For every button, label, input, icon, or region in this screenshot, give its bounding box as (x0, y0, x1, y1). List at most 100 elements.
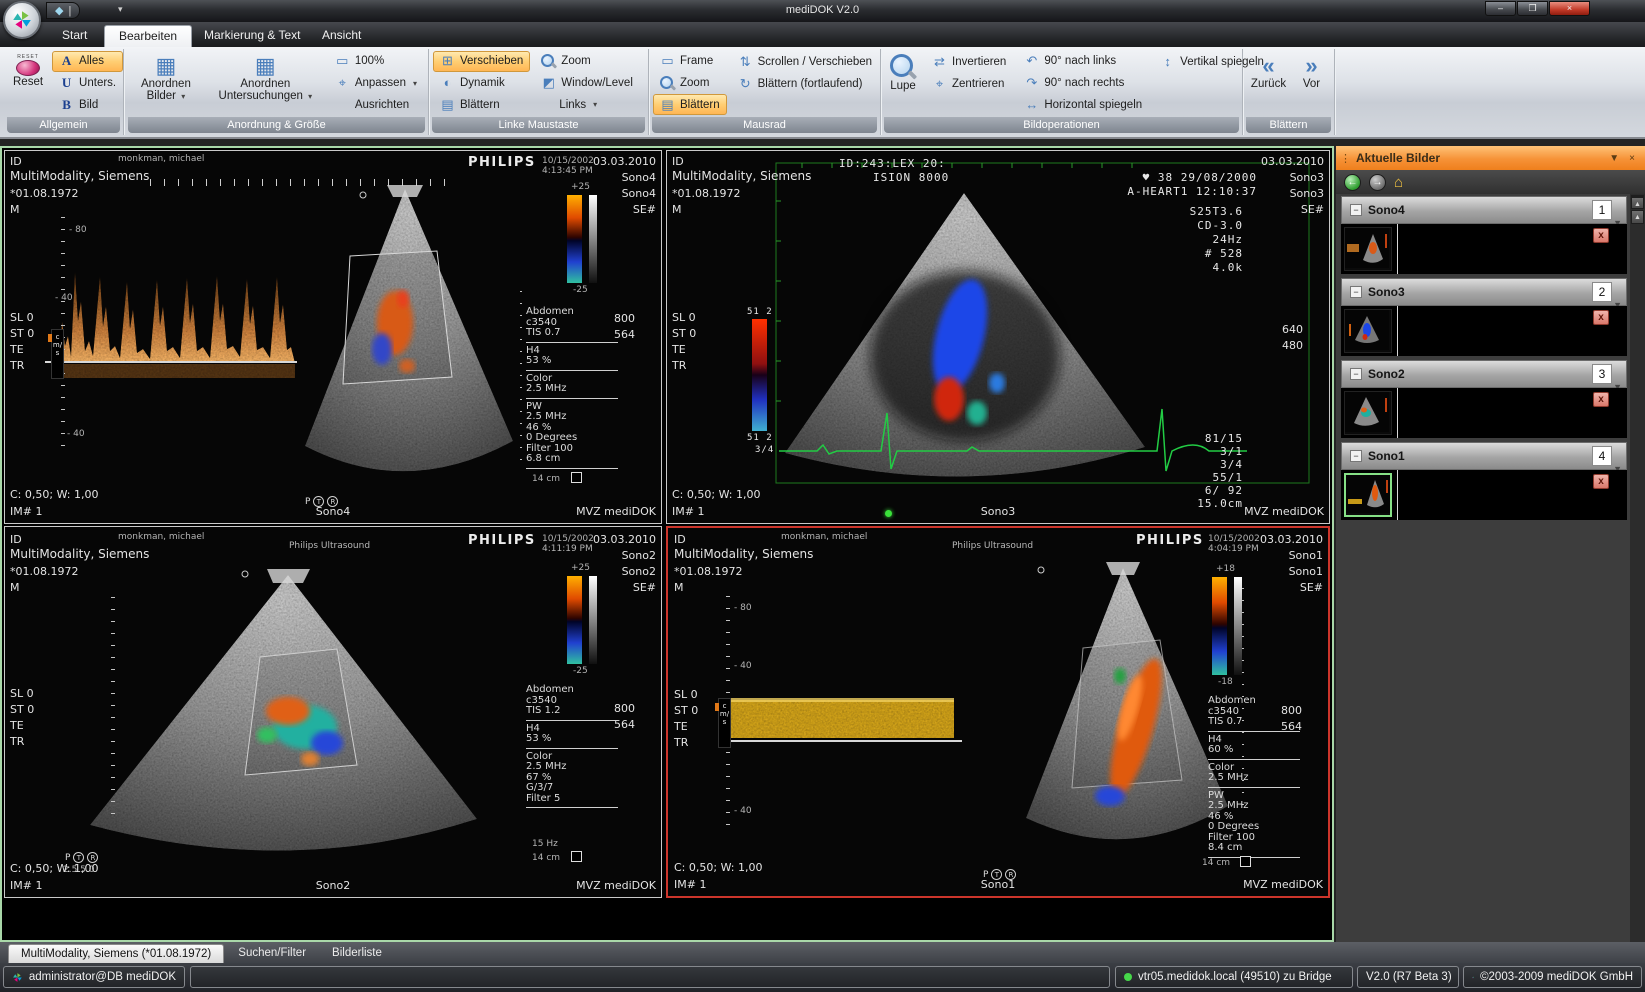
panel-menu-caret-icon[interactable]: ▼ (1609, 153, 1619, 164)
scroll-icon: ⇅ (738, 55, 753, 69)
colorbar-max: 51 2 (747, 307, 773, 317)
te-label: TE (10, 719, 24, 732)
zoom-button[interactable]: Zoom (534, 51, 640, 72)
invertieren-button[interactable]: ⇄ Invertieren (925, 51, 1013, 72)
colorbar-max: +25 (571, 182, 590, 192)
collapse-icon[interactable]: − (1350, 286, 1362, 298)
panel-close-icon[interactable]: × (1629, 153, 1635, 164)
tab-ansicht[interactable]: Ansicht (308, 25, 375, 47)
rotate-left-button[interactable]: ↶ 90° nach links (1017, 51, 1149, 72)
group-number-badge: 2 (1592, 282, 1612, 302)
anordnen-untersuchungen-button[interactable]: ▦ Anordnen Untersuchungen ▾ (207, 51, 324, 115)
minimize-button[interactable]: – (1485, 1, 1516, 16)
thumbnail-sono3[interactable] (1344, 309, 1392, 353)
zentrieren-button[interactable]: ⌖ Zentrieren (925, 73, 1013, 94)
param-line: Abdomen (526, 307, 626, 318)
tab-study-multimodality[interactable]: MultiModality, Siemens (*01.08.1972) (8, 944, 224, 963)
anordnen-bilder-button[interactable]: ▦ Anordnen Bilder ▾ (129, 51, 203, 115)
ausrichten-button[interactable]: Ausrichten (328, 94, 424, 115)
viewport-sono2[interactable]: ID monkman, michael MultiModality, Sieme… (4, 526, 662, 898)
sl-label: SL 0 (674, 688, 698, 701)
rotate-right-button[interactable]: ↷ 90° nach rechts (1017, 73, 1149, 94)
collapse-icon[interactable]: − (1350, 450, 1362, 462)
close-button[interactable]: × (1549, 1, 1590, 16)
scrollen-verschieben-button[interactable]: ⇅ Scrollen / Verschieben (731, 51, 879, 72)
nav-forward-button[interactable]: → (1369, 174, 1386, 191)
scroll-top-button[interactable]: ▲ (1631, 195, 1644, 209)
param-line: 60 % (1208, 745, 1308, 756)
preset-label: A-HEART1 12:10:37 (1127, 185, 1257, 198)
id-label: ID (674, 533, 686, 546)
vendor-sub-label: Philips Ultrasound (952, 541, 1033, 551)
vendor-sub-label: Philips Ultrasound (289, 541, 370, 551)
colorbar-min: -25 (573, 285, 588, 295)
connection-status-dot (1124, 973, 1132, 981)
blaettern-fortlaufend-button[interactable]: ↻ Blättern (fortlaufend) (731, 73, 879, 94)
collapse-icon[interactable]: − (1350, 368, 1362, 380)
sidebar-group-sono3[interactable]: − Sono3 2 ▼ (1341, 278, 1627, 306)
thumbnail-sono4[interactable] (1344, 227, 1392, 271)
viewport-sono4[interactable]: ID monkman, michael MultiModality, Sieme… (4, 150, 662, 524)
depth-checkbox[interactable] (571, 851, 582, 862)
zoom-100-button[interactable]: ▭ 100% (328, 51, 424, 72)
sidebar-group-sono4[interactable]: − Sono4 1 ▼ (1341, 196, 1627, 224)
tab-bearbeiten[interactable]: Bearbeiten (104, 25, 192, 47)
sidebar-scrollbar[interactable]: ▲ ▲ (1630, 194, 1645, 942)
dropdown-caret-icon: ▾ (181, 92, 185, 101)
remove-image-button[interactable]: x (1593, 310, 1609, 325)
zurueck-button[interactable]: « Zurück (1248, 51, 1290, 115)
zoom-wheel-button[interactable]: Zoom (653, 73, 727, 94)
links-dropdown[interactable]: Links ▾ (534, 94, 640, 115)
grip-icon: ⋮ (1340, 152, 1351, 165)
viewport-sono3[interactable]: ID MultiModality, Siemens *01.08.1972 M … (666, 150, 1330, 524)
home-button[interactable]: ⌂ (1394, 174, 1403, 191)
scale-neg40: - 40 (67, 429, 85, 439)
tab-start[interactable]: Start (48, 25, 101, 47)
alles-button[interactable]: A Alles (52, 51, 123, 72)
nav-back-button[interactable]: ← (1344, 174, 1361, 191)
verschieben-button[interactable]: ⊞ Verschieben (433, 51, 530, 72)
vor-button[interactable]: » Vor (1294, 51, 1330, 115)
remove-image-button[interactable]: x (1593, 392, 1609, 407)
quick-access-caret-icon[interactable]: ▾ (118, 4, 123, 15)
remove-image-button[interactable]: x (1593, 474, 1609, 489)
dynamik-button[interactable]: ◐ Dynamik (433, 73, 530, 94)
sidebar-group-sono1[interactable]: − Sono1 4 ▼ (1341, 442, 1627, 470)
reset-button[interactable]: RESET Reset (8, 51, 48, 115)
lupe-button[interactable]: Lupe (885, 51, 921, 115)
quick-access-icon[interactable]: ◆ (55, 4, 63, 17)
rotate-left-icon: ↶ (1024, 54, 1039, 68)
bild-button[interactable]: B Bild (52, 94, 123, 115)
blaettern-button[interactable]: ▤ Blättern (433, 94, 530, 115)
organization-label: MVZ mediDOK (1243, 878, 1323, 891)
untersuchung-button[interactable]: U Unters. (52, 73, 123, 94)
depth-checkbox[interactable] (571, 472, 582, 483)
frame-button[interactable]: ▭ Frame (653, 51, 727, 72)
depth-checkbox[interactable] (1240, 856, 1251, 867)
remove-image-button[interactable]: x (1593, 228, 1609, 243)
colorbar-max: +18 (1216, 564, 1235, 574)
depth-label: 14 cm (532, 474, 560, 484)
anpassen-button[interactable]: ⌖ Anpassen ▾ (328, 73, 424, 94)
tab-markierung-text[interactable]: Markierung & Text (190, 25, 315, 47)
thumbnail-sono2[interactable] (1344, 391, 1392, 435)
window-level-button[interactable]: ◩ Window/Level (534, 73, 640, 94)
flip-horizontal-button[interactable]: ↔ Horizontal spiegeln (1017, 94, 1149, 115)
application-menu-orb[interactable] (3, 1, 41, 39)
collapse-icon[interactable]: − (1350, 204, 1362, 216)
maximize-button[interactable]: ❐ (1517, 1, 1548, 16)
blaettern-wheel-button[interactable]: ▤ Blättern (653, 94, 727, 115)
param-line: G/3/7 (526, 783, 626, 794)
modality-label: MultiModality, Siemens (672, 169, 811, 183)
tab-suchen-filter[interactable]: Suchen/Filter (226, 944, 318, 963)
viewport-sono1[interactable]: ID monkman, michael MultiModality, Sieme… (666, 526, 1330, 898)
image-number: IM# 1 (674, 878, 706, 891)
thumbnail-sono1-selected[interactable] (1344, 473, 1392, 517)
status-server: vtr05.medidok.local (49510) zu Bridge (1115, 966, 1353, 988)
quick-access-toolbar[interactable]: ◆ | (46, 2, 80, 19)
scroll-up-button[interactable]: ▲ (1631, 210, 1644, 224)
stat-line: 3/1 (1220, 445, 1243, 458)
tab-bilderliste[interactable]: Bilderliste (320, 944, 394, 963)
sidebar-group-sono2[interactable]: − Sono2 3 ▼ (1341, 360, 1627, 388)
study-date: 03.03.2010 (1260, 533, 1323, 546)
